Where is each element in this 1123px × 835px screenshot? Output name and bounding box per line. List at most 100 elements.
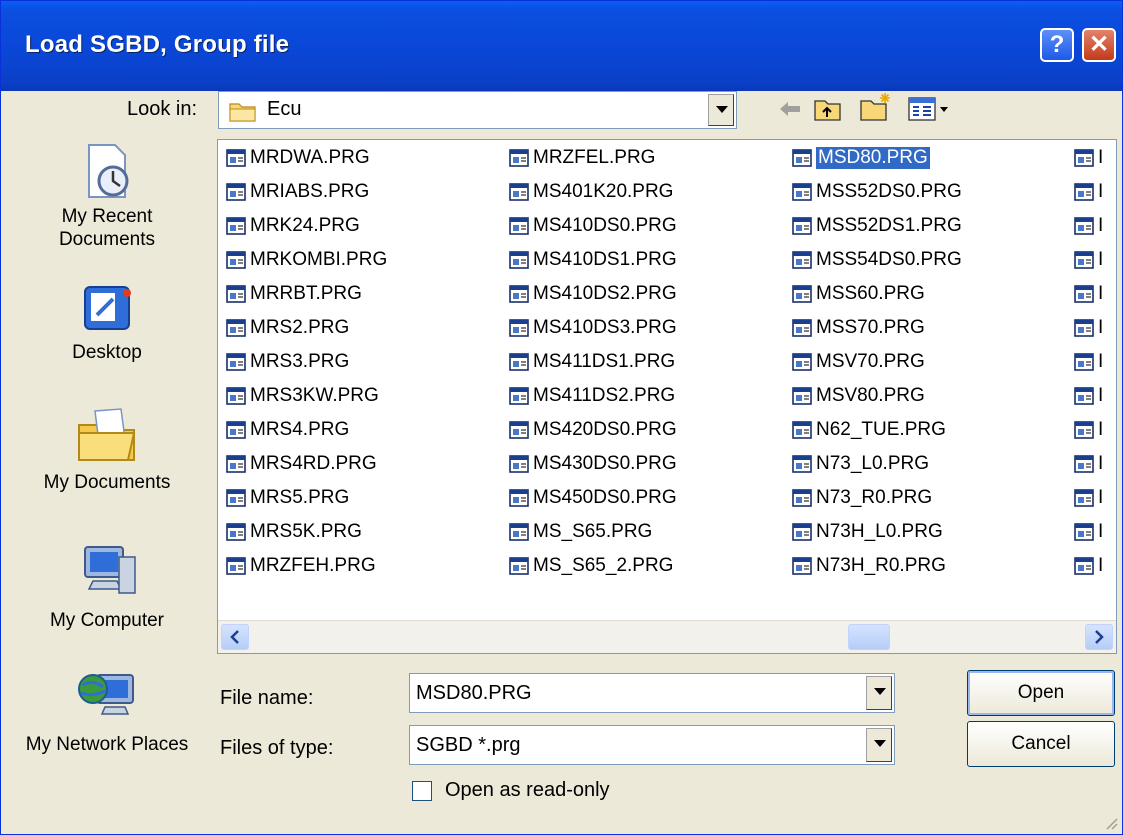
horizontal-scrollbar[interactable]: [218, 620, 1116, 653]
file-item[interactable]: MRRBT.PRG: [226, 280, 362, 308]
place-my-computer[interactable]: My Computer: [21, 541, 193, 632]
file-item[interactable]: N73H_L0.PRG: [792, 518, 943, 546]
file-item[interactable]: N62_TUE.PRG: [792, 416, 946, 444]
file-item[interactable]: MSS52DS0.PRG: [792, 178, 962, 206]
file-item[interactable]: MS410DS0.PRG: [509, 212, 677, 240]
file-item[interactable]: N73H_R0.PRG: [792, 552, 946, 580]
file-name: I: [1098, 555, 1104, 576]
file-item[interactable]: MSV80.PRG: [792, 382, 925, 410]
title-bar[interactable]: Load SGBD, Group file ? ✕: [1, 1, 1122, 91]
file-item[interactable]: MS_S65.PRG: [509, 518, 652, 546]
file-type-label: Files of type:: [220, 737, 334, 759]
place-label: My Network Places: [25, 734, 189, 755]
close-button[interactable]: ✕: [1082, 28, 1116, 62]
file-item[interactable]: I: [1074, 416, 1103, 444]
read-only-label[interactable]: Open as read-only: [445, 779, 610, 802]
file-item[interactable]: I: [1074, 314, 1103, 342]
file-item[interactable]: MRS5K.PRG: [226, 518, 362, 546]
open-button[interactable]: Open: [967, 670, 1115, 716]
file-item[interactable]: MSD80.PRG: [792, 144, 931, 172]
file-item[interactable]: MSS54DS0.PRG: [792, 246, 962, 274]
prg-file-icon: [509, 387, 529, 405]
file-type-select[interactable]: SGBD *.prg: [409, 725, 895, 765]
file-item[interactable]: MS410DS2.PRG: [509, 280, 677, 308]
file-item[interactable]: I: [1074, 178, 1103, 206]
file-item[interactable]: I: [1074, 212, 1103, 240]
file-item[interactable]: MSS60.PRG: [792, 280, 925, 308]
file-item[interactable]: I: [1074, 246, 1103, 274]
file-item[interactable]: MSS70.PRG: [792, 314, 925, 342]
place-my-documents[interactable]: My Documents: [21, 403, 193, 494]
resize-grip-icon[interactable]: [1104, 816, 1118, 830]
prg-file-icon: [226, 489, 246, 507]
file-item[interactable]: N73_L0.PRG: [792, 450, 929, 478]
my-computer-icon: [84, 546, 136, 594]
file-item[interactable]: MSS52DS1.PRG: [792, 212, 962, 240]
file-item[interactable]: MRIABS.PRG: [226, 178, 369, 206]
scroll-left-button[interactable]: [221, 624, 249, 650]
new-folder-icon[interactable]: [859, 91, 893, 123]
file-name: N73H_R0.PRG: [816, 555, 946, 576]
look-in-dropdown-button[interactable]: [708, 94, 734, 126]
file-item[interactable]: MS_S65_2.PRG: [509, 552, 673, 580]
back-arrow-icon[interactable]: [777, 97, 803, 121]
file-item[interactable]: MRS2.PRG: [226, 314, 349, 342]
up-folder-icon[interactable]: [813, 95, 843, 123]
place-label: My Documents: [43, 472, 171, 493]
file-item[interactable]: MRZFEH.PRG: [226, 552, 376, 580]
file-item[interactable]: MS411DS2.PRG: [509, 382, 675, 410]
file-item[interactable]: I: [1074, 144, 1103, 172]
prg-file-icon: [1074, 455, 1094, 473]
file-name-dropdown-button[interactable]: [866, 676, 892, 710]
scroll-right-button[interactable]: [1085, 624, 1113, 650]
file-item[interactable]: MSV70.PRG: [792, 348, 925, 376]
file-item[interactable]: MS430DS0.PRG: [509, 450, 677, 478]
prg-file-icon: [509, 319, 529, 337]
prg-file-icon: [1074, 183, 1094, 201]
prg-file-icon: [1074, 285, 1094, 303]
file-item[interactable]: I: [1074, 484, 1103, 512]
file-item[interactable]: I: [1074, 518, 1103, 546]
file-item[interactable]: MS401K20.PRG: [509, 178, 673, 206]
file-name: MS450DS0.PRG: [533, 487, 677, 508]
place-desktop[interactable]: Desktop: [21, 281, 193, 364]
file-item[interactable]: MS450DS0.PRG: [509, 484, 677, 512]
file-item[interactable]: MS410DS3.PRG: [509, 314, 677, 342]
file-item[interactable]: MRK24.PRG: [226, 212, 360, 240]
file-item[interactable]: MRKOMBI.PRG: [226, 246, 387, 274]
file-name: MS410DS2.PRG: [533, 283, 677, 304]
help-button[interactable]: ?: [1040, 28, 1074, 62]
file-item[interactable]: MRDWA.PRG: [226, 144, 370, 172]
scroll-thumb[interactable]: [848, 624, 890, 650]
file-item[interactable]: I: [1074, 348, 1103, 376]
file-item[interactable]: MS420DS0.PRG: [509, 416, 677, 444]
file-item[interactable]: MRS4.PRG: [226, 416, 349, 444]
file-item[interactable]: MS410DS1.PRG: [509, 246, 677, 274]
read-only-checkbox[interactable]: [412, 781, 432, 801]
file-list[interactable]: MRDWA.PRG MRIABS.PRG MRK24.PRG MRKOMBI.PRG M…: [217, 139, 1117, 654]
place-network-places[interactable]: My Network Places: [21, 665, 193, 756]
file-name: I: [1098, 181, 1104, 202]
file-item[interactable]: I: [1074, 552, 1103, 580]
file-name: I: [1098, 419, 1104, 440]
file-item[interactable]: I: [1074, 382, 1103, 410]
prg-file-icon: [226, 353, 246, 371]
file-item[interactable]: MS411DS1.PRG: [509, 348, 675, 376]
file-item[interactable]: I: [1074, 450, 1103, 478]
look-in-value: Ecu: [267, 98, 302, 120]
view-menu-icon[interactable]: [907, 95, 951, 123]
file-item[interactable]: MRS3.PRG: [226, 348, 349, 376]
prg-file-icon: [509, 421, 529, 439]
place-recent-documents[interactable]: My Recent Documents: [21, 141, 193, 251]
file-item[interactable]: MRS5.PRG: [226, 484, 349, 512]
file-name: MS410DS0.PRG: [533, 215, 677, 236]
file-item[interactable]: MRZFEL.PRG: [509, 144, 655, 172]
cancel-button[interactable]: Cancel: [967, 721, 1115, 767]
file-item[interactable]: N73_R0.PRG: [792, 484, 932, 512]
file-item[interactable]: MRS3KW.PRG: [226, 382, 379, 410]
file-type-dropdown-button[interactable]: [866, 728, 892, 762]
file-item[interactable]: I: [1074, 280, 1103, 308]
look-in-combo[interactable]: Ecu: [218, 91, 737, 129]
file-item[interactable]: MRS4RD.PRG: [226, 450, 377, 478]
file-name-input[interactable]: MSD80.PRG: [409, 673, 895, 713]
